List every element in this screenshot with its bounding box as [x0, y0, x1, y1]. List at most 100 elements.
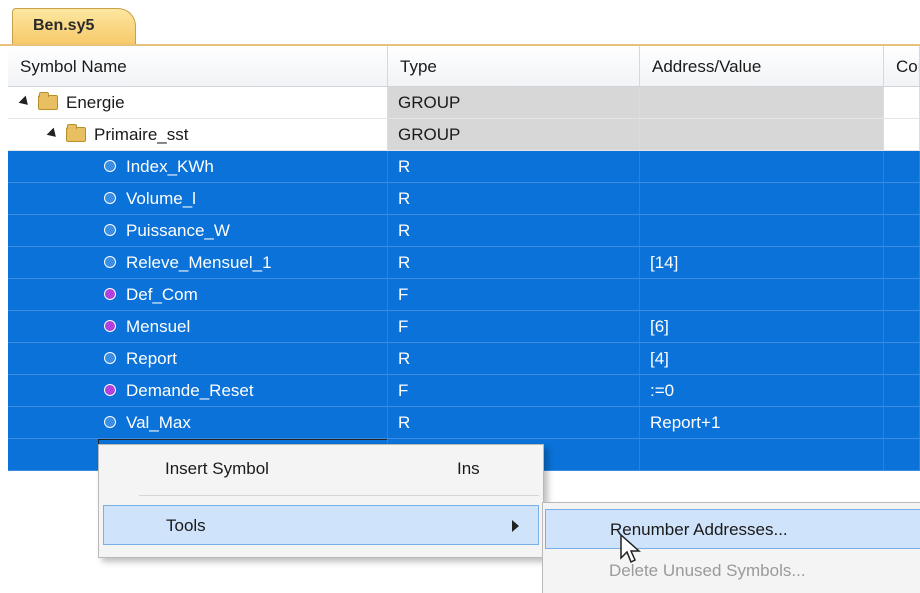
menu-item-label: Delete Unused Symbols... — [609, 561, 806, 580]
cell-comment[interactable] — [884, 375, 920, 406]
cell-address[interactable] — [640, 439, 884, 470]
table-row[interactable]: Demande_Reset F:=0 — [8, 375, 920, 407]
symbol-name-text: Mensuel — [126, 317, 191, 336]
register-symbol-icon — [104, 224, 116, 236]
cell-symbol-name[interactable]: Report — [8, 343, 388, 374]
cell-comment[interactable] — [884, 343, 920, 374]
flag-symbol-icon — [104, 384, 116, 396]
menu-item-delete-unused-symbols[interactable]: Delete Unused Symbols... — [545, 551, 920, 591]
cell-address[interactable] — [640, 87, 884, 118]
expand-triangle-icon[interactable] — [46, 127, 60, 141]
cell-type[interactable]: R — [388, 407, 640, 438]
cell-address[interactable]: [6] — [640, 311, 884, 342]
symbol-name-text: Def_Com — [126, 285, 198, 304]
cell-type[interactable]: F — [388, 375, 640, 406]
cell-address[interactable]: Report+1 — [640, 407, 884, 438]
cell-comment[interactable] — [884, 279, 920, 310]
table-row[interactable]: Val_Max R Report+1 — [8, 407, 920, 439]
symbol-name-text: Primaire_sst — [94, 125, 189, 144]
menu-item-label: Tools — [166, 516, 206, 535]
symbol-name-text: Demande_Reset — [126, 381, 254, 400]
register-symbol-icon — [104, 416, 116, 428]
table-row-group[interactable]: Primaire_sst GROUP — [8, 119, 920, 151]
cell-address[interactable] — [640, 279, 884, 310]
cell-comment[interactable] — [884, 87, 920, 118]
cell-type[interactable]: R — [388, 343, 640, 374]
table-row[interactable]: Mensuel F [6] — [8, 311, 920, 343]
menu-item-shortcut: Ins — [457, 459, 480, 478]
cell-symbol-name[interactable]: Volume_l — [8, 183, 388, 214]
cell-symbol-name[interactable]: Val_Max — [8, 407, 388, 438]
cell-symbol-name[interactable]: Releve_Mensuel_1 — [8, 247, 388, 278]
table-row[interactable]: Def_Com F — [8, 279, 920, 311]
symbol-grid: Symbol Name Type Address/Value Con Energ… — [8, 46, 920, 471]
menu-item-insert-symbol[interactable]: Insert Symbol Ins — [103, 449, 539, 489]
column-header-symbol-name[interactable]: Symbol Name — [8, 46, 388, 86]
column-header-type[interactable]: Type — [388, 46, 640, 86]
cell-symbol-name[interactable]: Puissance_W — [8, 215, 388, 246]
tab-ben-sy5[interactable]: Ben.sy5 — [12, 8, 136, 44]
menu-item-renumber-addresses[interactable]: Renumber Addresses... — [545, 509, 920, 549]
symbol-name-text: Index_KWh — [126, 157, 214, 176]
grid-body: Energie GROUP Primaire_sst GROUP Index_KWh R V… — [8, 87, 920, 439]
table-row[interactable]: Volume_l R — [8, 183, 920, 215]
cell-comment[interactable] — [884, 215, 920, 246]
expand-triangle-icon[interactable] — [18, 95, 32, 109]
cell-address[interactable] — [640, 215, 884, 246]
folder-icon — [38, 92, 58, 110]
cell-symbol-name[interactable]: Demande_Reset — [8, 375, 388, 406]
register-symbol-icon — [104, 352, 116, 364]
folder-icon — [66, 124, 86, 142]
cell-symbol-name[interactable]: Index_KWh — [8, 151, 388, 182]
cell-symbol-name[interactable]: Energie — [8, 87, 388, 118]
cell-type[interactable]: R — [388, 247, 640, 278]
register-symbol-icon — [104, 192, 116, 204]
symbol-name-text: Releve_Mensuel_1 — [126, 253, 272, 272]
table-row-group[interactable]: Energie GROUP — [8, 87, 920, 119]
cell-address[interactable] — [640, 183, 884, 214]
context-menu: Insert Symbol Ins Tools — [98, 444, 544, 558]
cell-comment[interactable] — [884, 247, 920, 278]
symbol-name-text: Puissance_W — [126, 221, 230, 240]
cell-address[interactable]: [4] — [640, 343, 884, 374]
cell-type[interactable]: R — [388, 183, 640, 214]
symbol-name-text: Report — [126, 349, 178, 368]
cell-type[interactable]: GROUP — [388, 119, 640, 150]
cell-symbol-name[interactable]: Def_Com — [8, 279, 388, 310]
cell-comment[interactable] — [884, 311, 920, 342]
table-row[interactable]: Report R [4] — [8, 343, 920, 375]
symbol-name-text: Val_Max — [126, 413, 191, 432]
column-header-address-value[interactable]: Address/Value — [640, 46, 884, 86]
table-row[interactable]: Puissance_W R — [8, 215, 920, 247]
cell-address[interactable] — [640, 119, 884, 150]
cell-address[interactable] — [640, 151, 884, 182]
symbol-name-text: Volume_l — [126, 189, 196, 208]
cell-type[interactable]: F — [388, 311, 640, 342]
cell-type[interactable]: GROUP — [388, 87, 640, 118]
cell-comment[interactable] — [884, 151, 920, 182]
submenu-arrow-icon — [512, 520, 519, 532]
table-row[interactable]: Releve_Mensuel_1 R [14] — [8, 247, 920, 279]
cell-comment[interactable] — [884, 119, 920, 150]
flag-symbol-icon — [104, 288, 116, 300]
menu-item-tools[interactable]: Tools — [103, 505, 539, 545]
flag-symbol-icon — [104, 320, 116, 332]
tab-strip: Ben.sy5 — [0, 0, 920, 46]
cell-address[interactable]: :=0 — [640, 375, 884, 406]
column-header-comment[interactable]: Con — [884, 46, 920, 86]
cell-type[interactable]: R — [388, 215, 640, 246]
menu-item-label: Insert Symbol — [165, 459, 269, 478]
table-row[interactable]: Index_KWh R — [8, 151, 920, 183]
tools-submenu: Renumber Addresses... Delete Unused Symb… — [542, 502, 920, 593]
cell-symbol-name[interactable]: Mensuel — [8, 311, 388, 342]
mouse-pointer-icon — [620, 534, 641, 564]
cell-type[interactable]: F — [388, 279, 640, 310]
menu-separator — [139, 495, 539, 496]
cell-symbol-name[interactable]: Primaire_sst — [8, 119, 388, 150]
cell-comment[interactable] — [884, 439, 920, 470]
grid-header: Symbol Name Type Address/Value Con — [8, 46, 920, 87]
cell-comment[interactable] — [884, 407, 920, 438]
cell-type[interactable]: R — [388, 151, 640, 182]
cell-comment[interactable] — [884, 183, 920, 214]
cell-address[interactable]: [14] — [640, 247, 884, 278]
